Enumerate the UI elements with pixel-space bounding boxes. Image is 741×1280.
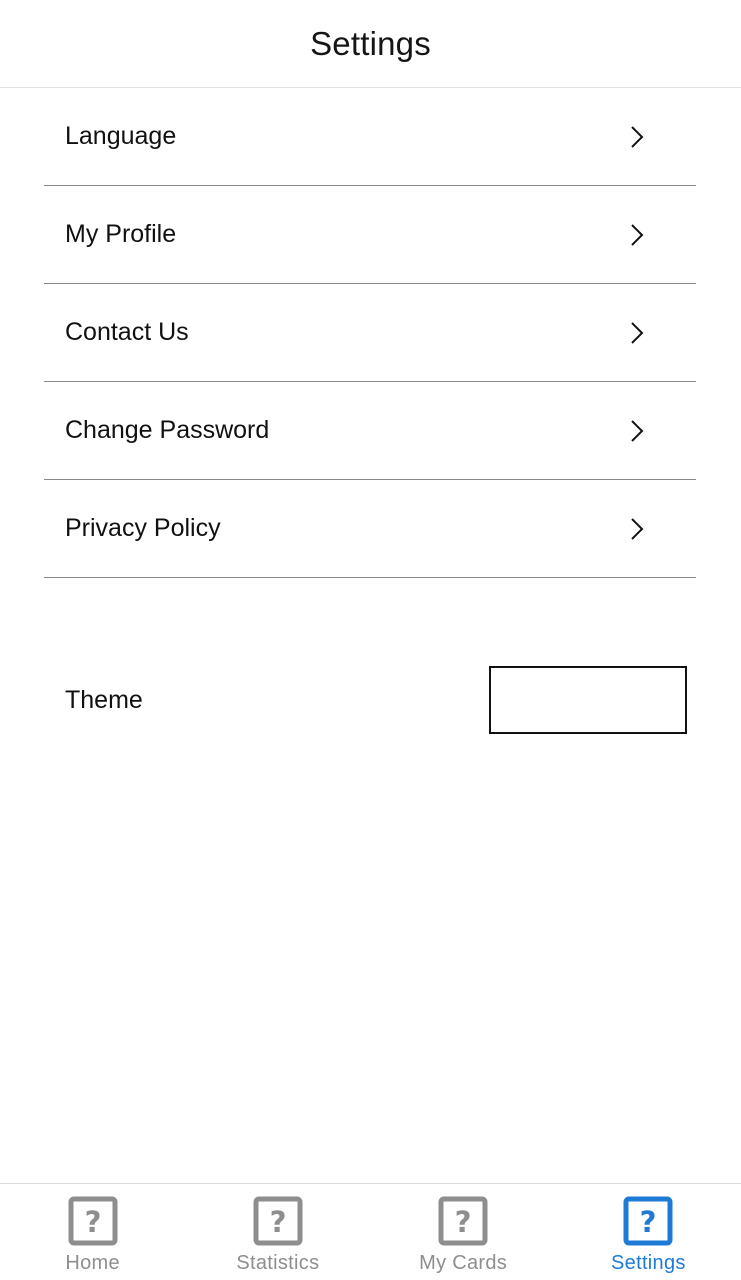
menu-item-my-profile[interactable]: My Profile bbox=[44, 186, 696, 284]
tab-settings[interactable]: ? Settings bbox=[556, 1184, 741, 1280]
svg-text:?: ? bbox=[84, 1205, 101, 1239]
bottom-tab-bar: ? Home ? Statistics ? My Cards ? Setting… bbox=[0, 1183, 741, 1280]
menu-item-label: My Profile bbox=[65, 220, 177, 248]
header-bar: Settings bbox=[0, 0, 741, 88]
tab-statistics[interactable]: ? Statistics bbox=[185, 1184, 370, 1280]
menu-item-language[interactable]: Language bbox=[44, 88, 696, 186]
chevron-right-icon bbox=[631, 125, 644, 148]
chevron-right-icon bbox=[631, 223, 644, 246]
chevron-right-icon bbox=[631, 517, 644, 540]
tab-label: Home bbox=[65, 1252, 120, 1274]
menu-item-privacy-policy[interactable]: Privacy Policy bbox=[44, 480, 696, 578]
tab-label: Statistics bbox=[236, 1252, 320, 1274]
menu-item-label: Contact Us bbox=[65, 318, 189, 346]
settings-screen: Settings Language My Profile Contact Us … bbox=[0, 0, 741, 1280]
chevron-right-icon bbox=[631, 321, 644, 344]
menu-item-change-password[interactable]: Change Password bbox=[44, 382, 696, 480]
menu-item-label: Language bbox=[65, 122, 177, 150]
theme-label: Theme bbox=[65, 685, 143, 714]
settings-menu: Language My Profile Contact Us Change Pa… bbox=[44, 88, 696, 578]
theme-picker[interactable] bbox=[489, 666, 687, 734]
menu-item-label: Privacy Policy bbox=[65, 514, 221, 542]
chevron-right-icon bbox=[631, 419, 644, 442]
question-box-icon: ? bbox=[438, 1196, 488, 1246]
tab-home[interactable]: ? Home bbox=[0, 1184, 185, 1280]
question-box-icon: ? bbox=[68, 1196, 118, 1246]
svg-text:?: ? bbox=[455, 1205, 472, 1239]
menu-item-label: Change Password bbox=[65, 416, 270, 444]
theme-row: Theme bbox=[44, 666, 696, 734]
tab-my-cards[interactable]: ? My Cards bbox=[371, 1184, 556, 1280]
tab-label: Settings bbox=[611, 1252, 686, 1274]
question-box-icon: ? bbox=[623, 1196, 673, 1246]
menu-item-contact-us[interactable]: Contact Us bbox=[44, 284, 696, 382]
svg-text:?: ? bbox=[640, 1205, 657, 1239]
question-box-icon: ? bbox=[253, 1196, 303, 1246]
page-title: Settings bbox=[310, 24, 431, 62]
svg-text:?: ? bbox=[269, 1205, 286, 1239]
tab-label: My Cards bbox=[419, 1252, 508, 1274]
